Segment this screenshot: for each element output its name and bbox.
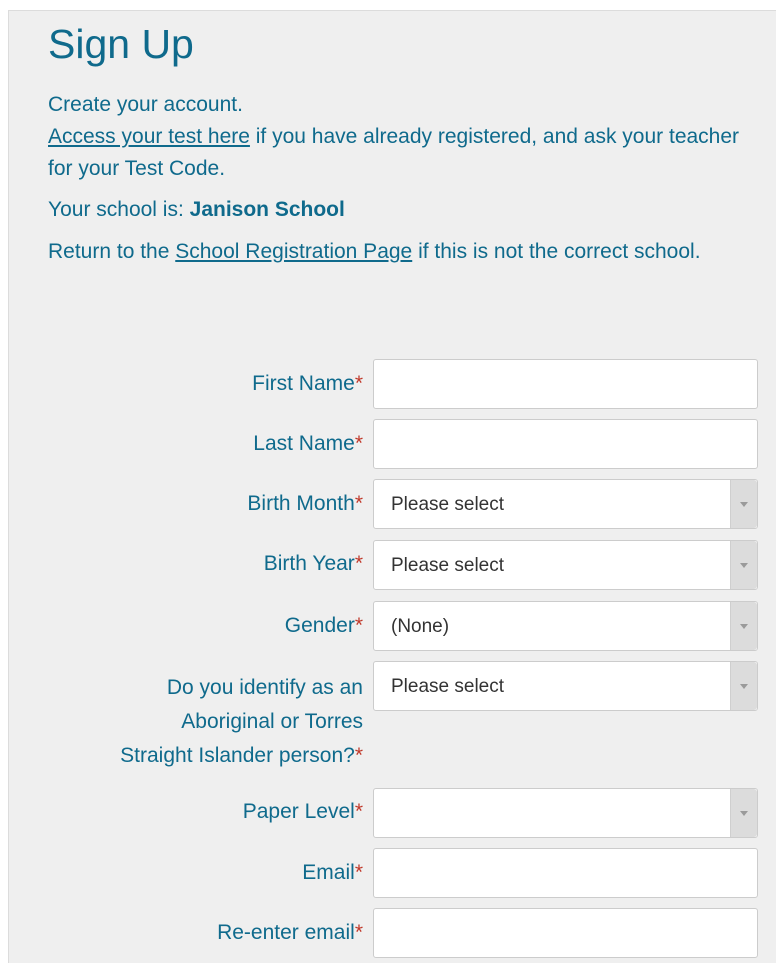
intro-line: Create your account. (48, 93, 243, 116)
access-test-link[interactable]: Access your test here (48, 125, 250, 148)
birth-year-selected: Please select (391, 555, 505, 576)
indigenous-select[interactable]: Please select (373, 661, 758, 711)
indigenous-label-line: Do you identify as an (166, 676, 363, 699)
school-name: Janison School (189, 198, 345, 221)
gender-label-text: Gender (284, 614, 355, 637)
reenter-email-input[interactable] (374, 909, 757, 957)
indigenous-label: Do you identify as an Aboriginal or Torr… (120, 671, 363, 773)
required-asterisk: * (354, 614, 363, 637)
first-name-input[interactable] (374, 360, 757, 408)
paper-level-label: Paper Level* (243, 797, 363, 827)
required-asterisk: * (354, 861, 363, 884)
chevron-down-icon[interactable] (730, 789, 757, 837)
indigenous-label-line-last: Straight Islander person?* (120, 739, 363, 773)
birth-month-select[interactable]: Please select (373, 479, 758, 529)
intro-text: Create your account. Access your test he… (48, 89, 748, 268)
birth-month-label-text: Birth Month (247, 492, 355, 515)
paper-level-label-text: Paper Level (242, 800, 355, 823)
return-paragraph: Return to the School Registration Page i… (48, 236, 748, 268)
page-title: Sign Up (48, 21, 194, 67)
last-name-label: Last Name* (253, 429, 363, 459)
chevron-down-icon[interactable] (730, 602, 757, 650)
return-prefix: Return to the (48, 240, 176, 263)
school-line: Your school is: Janison School (48, 194, 748, 226)
required-asterisk: * (354, 921, 363, 944)
first-name-label-text: First Name (252, 372, 355, 395)
paper-level-select[interactable] (373, 788, 758, 838)
return-suffix: if this is not the correct school. (412, 240, 701, 263)
chevron-down-icon[interactable] (730, 662, 757, 710)
last-name-input[interactable] (374, 420, 757, 468)
first-name-label: First Name* (252, 369, 363, 399)
indigenous-label-line: Straight Islander person? (120, 744, 355, 767)
gender-selected: (None) (391, 616, 450, 637)
chevron-down-icon[interactable] (730, 480, 757, 528)
birth-year-label-text: Birth Year (263, 552, 355, 575)
gender-select[interactable]: (None) (373, 601, 758, 651)
reenter-email-label: Re-enter email* (217, 918, 363, 948)
first-name-field-wrap (373, 359, 758, 409)
email-input[interactable] (374, 849, 757, 897)
birth-year-select[interactable]: Please select (373, 540, 758, 590)
indigenous-selected: Please select (391, 676, 505, 697)
email-label-text: Email (302, 861, 355, 884)
email-label: Email* (302, 858, 363, 888)
school-registration-link[interactable]: School Registration Page (175, 240, 412, 263)
birth-month-selected: Please select (391, 494, 505, 515)
gender-label: Gender* (285, 611, 363, 641)
required-asterisk: * (354, 492, 363, 515)
email-field-wrap (373, 848, 758, 898)
required-asterisk: * (354, 372, 363, 395)
last-name-label-text: Last Name (253, 432, 355, 455)
birth-year-label: Birth Year* (264, 549, 363, 579)
birth-month-label: Birth Month* (247, 489, 363, 519)
reenter-email-field-wrap (373, 908, 758, 958)
required-asterisk: * (354, 744, 363, 767)
last-name-field-wrap (373, 419, 758, 469)
school-prefix: Your school is: (48, 198, 190, 221)
access-paragraph: Access your test here if you have alread… (48, 121, 748, 185)
reenter-email-label-text: Re-enter email (217, 921, 355, 944)
required-asterisk: * (354, 552, 363, 575)
required-asterisk: * (354, 432, 363, 455)
required-asterisk: * (354, 800, 363, 823)
chevron-down-icon[interactable] (730, 541, 757, 589)
indigenous-label-line: Aboriginal or Torres (181, 710, 363, 733)
